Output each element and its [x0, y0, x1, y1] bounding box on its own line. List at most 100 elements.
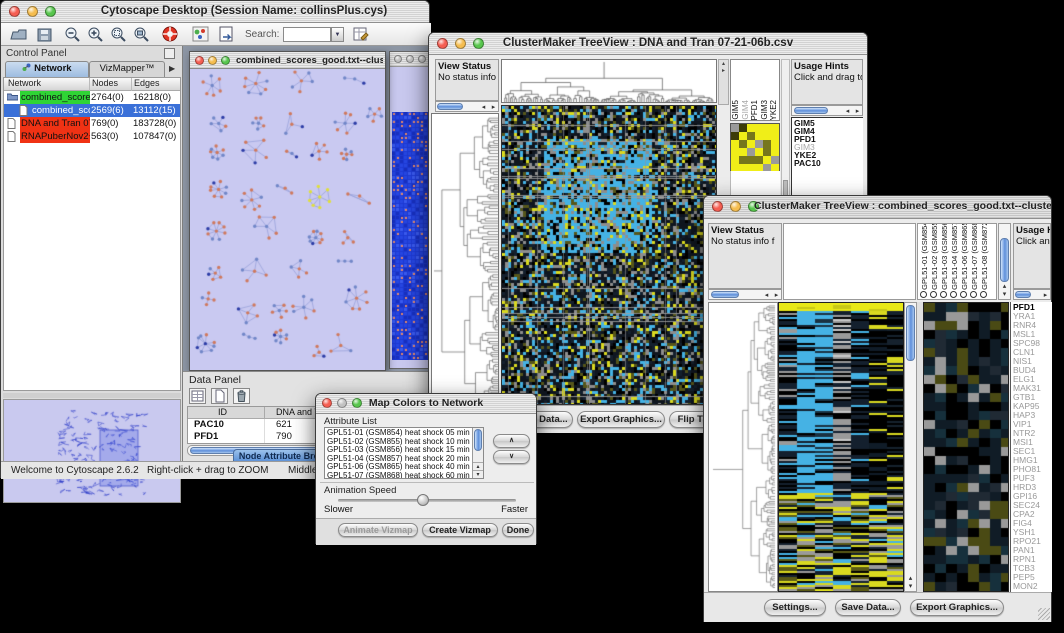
network-overview[interactable]: [3, 399, 181, 503]
array-dendrogram[interactable]: [783, 223, 916, 300]
network-list-item[interactable]: DNA and Tran 07769(0)183728(0): [4, 117, 180, 130]
attribute-list-item[interactable]: GPL51-07 (GSM868) heat shock 60 min: [327, 472, 481, 479]
button-save-data[interactable]: Save Data...: [835, 599, 901, 616]
attribute-select-icon[interactable]: [189, 388, 206, 404]
usage-hints-hscrollbar[interactable]: ◂ ▸: [791, 105, 863, 116]
dialog-titlebar[interactable]: Map Colors to Network: [316, 394, 536, 414]
scroll-right-icon[interactable]: ▸: [853, 107, 862, 116]
zoom-window-icon[interactable]: [221, 56, 230, 65]
network-nodes-count: 2764(0): [91, 91, 132, 104]
scrollbar-thumb[interactable]: [711, 291, 739, 298]
open-folder-icon[interactable]: [9, 25, 29, 44]
scroll-right-icon[interactable]: ▸: [489, 103, 498, 112]
delete-attribute-icon[interactable]: [233, 388, 250, 404]
save-icon[interactable]: [35, 25, 55, 44]
heatmap-cell: [747, 140, 755, 148]
scrollbar-thumb[interactable]: [794, 107, 828, 114]
gene-dendrogram[interactable]: [708, 302, 778, 592]
close-icon[interactable]: [394, 55, 402, 63]
array-dendrogram[interactable]: [501, 59, 717, 103]
network-list-item[interactable]: combined_sco2569(6)13112(15): [4, 104, 180, 117]
scrollbar-thumb[interactable]: [906, 305, 915, 361]
network-frame-dna-titlebar[interactable]: [390, 52, 431, 67]
usage-hints-hscrollbar[interactable]: ▸: [1013, 289, 1051, 300]
heatmap-scroll-arrows[interactable]: ▴ ▸: [718, 59, 729, 105]
scroll-up-icon[interactable]: ▴: [473, 462, 483, 470]
network-name: DNA and Tran 07: [20, 117, 90, 130]
heatmap-vscrollbar[interactable]: ▴ ▾: [904, 302, 917, 592]
float-panel-icon[interactable]: [164, 48, 175, 59]
gene-dendrogram[interactable]: [431, 113, 499, 405]
heatmap-main[interactable]: [778, 302, 904, 592]
view-status-hscrollbar[interactable]: ◂ ▸: [708, 289, 782, 300]
heatmap-cell: [771, 124, 779, 132]
scrollbar-thumb[interactable]: [474, 429, 482, 451]
import-document-icon[interactable]: [217, 25, 237, 44]
zoom-out-icon[interactable]: [63, 25, 83, 44]
zoom-selected-icon[interactable]: [109, 25, 129, 44]
close-icon[interactable]: [195, 56, 204, 65]
create-vizmap-button[interactable]: Create Vizmap: [422, 523, 498, 537]
gene-id-cell: PFD1: [194, 431, 218, 442]
button-export-graphics[interactable]: Export Graphics...: [910, 599, 1004, 616]
move-down-button[interactable]: ∨: [493, 450, 530, 464]
network-table-header[interactable]: Network Nodes Edges: [4, 78, 180, 91]
scroll-right-icon[interactable]: ▸: [772, 291, 781, 300]
minimize-icon[interactable]: [208, 56, 217, 65]
search-dropdown-icon[interactable]: ▼: [331, 27, 344, 42]
scroll-left-icon[interactable]: ◂: [843, 107, 852, 116]
resize-grip[interactable]: [1038, 608, 1050, 620]
slower-label: Slower: [324, 504, 353, 515]
done-button[interactable]: Done: [502, 523, 534, 537]
animate-vizmap-button[interactable]: Animate Vizmap: [338, 523, 418, 537]
scroll-right-icon[interactable]: ▸: [1041, 291, 1050, 300]
treeview-combined-titlebar[interactable]: ClusterMaker TreeView : combined_scores_…: [704, 196, 1051, 219]
scrollbar-thumb[interactable]: [1015, 291, 1031, 298]
scroll-down-icon[interactable]: ▾: [473, 470, 483, 478]
panel-splitter[interactable]: [3, 393, 181, 398]
move-up-button[interactable]: ∧: [493, 434, 530, 448]
scroll-down-icon[interactable]: ▾: [906, 582, 915, 591]
minimize-icon[interactable]: [406, 55, 414, 63]
attribute-listbox[interactable]: GPL51-01 (GSM854) heat shock 05 minGPL51…: [324, 427, 484, 479]
button-export-graphics[interactable]: Export Graphics...: [577, 411, 665, 428]
zoom-fit-icon[interactable]: [132, 25, 152, 44]
labels-vscrollbar[interactable]: ▴ ▾: [998, 223, 1011, 300]
tab-overflow-icon[interactable]: ▶: [169, 64, 175, 73]
network-frame-titlebar[interactable]: combined_scores_good.txt--cluste...: [190, 52, 385, 69]
network-list-item[interactable]: combined_scores2764(0)16218(0): [4, 91, 180, 104]
network-frame-dna[interactable]: [389, 51, 431, 369]
dense-network-view[interactable]: [392, 112, 431, 360]
heatmap-cell: [763, 132, 771, 140]
tab-vizmapper[interactable]: VizMapper™: [89, 61, 165, 77]
attribute-editor-icon[interactable]: [351, 25, 371, 44]
scroll-down-icon[interactable]: ▾: [1000, 290, 1009, 299]
vizmapper-nodes-icon[interactable]: [191, 25, 211, 44]
search-input[interactable]: [283, 27, 331, 42]
scrollbar-thumb[interactable]: [1000, 238, 1009, 282]
scroll-left-icon[interactable]: ◂: [479, 103, 488, 112]
treeview-dna-titlebar[interactable]: ClusterMaker TreeView : DNA and Tran 07-…: [429, 33, 867, 55]
network-list-item[interactable]: RNAPuberNov2+563(0)107847(0): [4, 130, 180, 143]
tab-network[interactable]: Network: [5, 61, 89, 77]
button-settings[interactable]: Settings...: [764, 599, 826, 616]
network-view-canvas[interactable]: [190, 69, 385, 370]
dialog-title: Map Colors to Network: [316, 397, 536, 409]
scroll-left-icon[interactable]: ◂: [762, 291, 771, 300]
mini-correlation-heatmap[interactable]: [730, 123, 780, 171]
zoom-window-icon[interactable]: [418, 55, 426, 63]
listbox-vscrollbar[interactable]: ▴ ▾: [472, 428, 483, 478]
help-ring-icon[interactable]: [161, 25, 181, 44]
heatmap-zoom-view[interactable]: [923, 302, 1009, 592]
cytoscape-titlebar[interactable]: Cytoscape Desktop (Session Name: collins…: [1, 1, 429, 23]
new-attribute-icon[interactable]: [211, 388, 228, 404]
column-label: GPL51-02 (GSM855): [930, 224, 940, 290]
zoom-in-icon[interactable]: [86, 25, 106, 44]
heatmap-main[interactable]: [501, 105, 717, 405]
scrollbar-thumb[interactable]: [437, 103, 463, 110]
network-frame-combined[interactable]: combined_scores_good.txt--cluste...: [189, 51, 386, 371]
speed-slider-thumb[interactable]: [417, 494, 429, 506]
scroll-right-icon[interactable]: ▸: [719, 67, 728, 74]
view-status-hscrollbar[interactable]: ◂ ▸: [435, 101, 499, 112]
scroll-up-icon[interactable]: ▴: [719, 60, 728, 67]
